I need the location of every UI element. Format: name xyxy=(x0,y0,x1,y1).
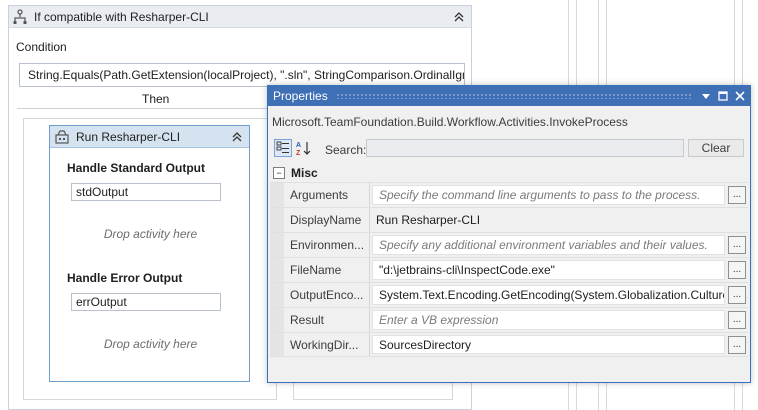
ellipsis-button[interactable]: ... xyxy=(728,261,746,279)
property-name: Environmen... xyxy=(284,233,370,257)
property-value[interactable]: SourcesDirectory xyxy=(372,335,725,354)
dropdown-icon[interactable] xyxy=(699,89,713,103)
std-output-label: Handle Standard Output xyxy=(67,161,205,175)
maximize-icon[interactable] xyxy=(716,89,730,103)
property-value[interactable]: "d:\jetbrains-cli\InspectCode.exe" xyxy=(372,260,725,280)
invoke-process-activity[interactable]: Run Resharper-CLI Handle Standard Output… xyxy=(49,125,250,382)
category-row[interactable]: − Misc xyxy=(270,164,748,182)
std-output-drop-zone[interactable]: Drop activity here xyxy=(50,227,251,241)
ellipsis-button[interactable]: ... xyxy=(728,236,746,254)
property-row[interactable]: WorkingDir... SourcesDirectory ... xyxy=(270,332,748,357)
invoke-process-header[interactable]: Run Resharper-CLI xyxy=(50,126,249,148)
then-label: Then xyxy=(142,92,170,106)
branch-divider xyxy=(17,108,292,109)
condition-label: Condition xyxy=(16,40,67,54)
std-output-input[interactable] xyxy=(71,183,221,201)
collapse-icon[interactable] xyxy=(452,10,466,24)
property-name: DisplayName xyxy=(284,208,370,232)
close-icon[interactable] xyxy=(733,89,747,103)
ellipsis-button[interactable]: ... xyxy=(728,186,746,204)
property-value[interactable]: Enter a VB expression xyxy=(372,310,725,330)
ellipsis-button[interactable]: ... xyxy=(728,286,746,304)
err-output-label: Handle Error Output xyxy=(67,271,183,285)
property-name: Result xyxy=(284,308,370,332)
search-input[interactable] xyxy=(366,139,684,157)
property-row[interactable]: DisplayName Run Resharper-CLI xyxy=(270,207,748,232)
collapse-category-icon[interactable]: − xyxy=(273,167,285,179)
svg-text:Z: Z xyxy=(296,150,301,156)
invoke-process-title: Run Resharper-CLI xyxy=(76,129,181,144)
ellipsis-button[interactable]: ... xyxy=(728,336,746,354)
property-value[interactable]: Specify any additional environment varia… xyxy=(372,235,725,255)
alphabetical-icon[interactable]: A Z xyxy=(295,139,313,157)
invoke-process-icon xyxy=(54,129,70,145)
property-name: FileName xyxy=(284,258,370,282)
property-row[interactable]: Result Enter a VB expression ... xyxy=(270,307,748,332)
property-value[interactable]: Specify the command line arguments to pa… xyxy=(372,185,725,205)
svg-text:A: A xyxy=(296,142,301,149)
if-activity-header[interactable]: If compatible with Resharper-CLI xyxy=(9,6,471,28)
err-output-drop-zone[interactable]: Drop activity here xyxy=(50,337,251,351)
selected-object-type: Microsoft.TeamFoundation.Build.Workflow.… xyxy=(272,115,628,129)
property-name: Arguments xyxy=(284,183,370,207)
property-row[interactable]: Arguments Specify the command line argum… xyxy=(270,182,748,207)
if-activity-title: If compatible with Resharper-CLI xyxy=(34,9,209,24)
properties-window[interactable]: Properties Microsoft.TeamFoundation.Buil… xyxy=(267,85,751,383)
condition-input[interactable]: String.Equals(Path.GetExtension(localPro… xyxy=(19,63,465,87)
ellipsis-button[interactable]: ... xyxy=(728,311,746,329)
property-value[interactable]: Run Resharper-CLI xyxy=(370,208,728,232)
clear-button[interactable]: Clear xyxy=(688,139,744,157)
property-row[interactable]: Environmen... Specify any additional env… xyxy=(270,232,748,257)
property-name: WorkingDir... xyxy=(284,333,370,356)
collapse-icon[interactable] xyxy=(230,130,244,144)
properties-titlebar[interactable]: Properties xyxy=(268,86,750,106)
err-output-input[interactable] xyxy=(71,293,221,311)
titlebar-grip xyxy=(335,93,693,99)
property-value[interactable]: System.Text.Encoding.GetEncoding(System.… xyxy=(372,285,725,305)
property-row[interactable]: FileName "d:\jetbrains-cli\InspectCode.e… xyxy=(270,257,748,282)
properties-title: Properties xyxy=(273,89,328,103)
property-grid: − Misc Arguments Specify the command lin… xyxy=(270,164,748,357)
property-row[interactable]: OutputEnco... System.Text.Encoding.GetEn… xyxy=(270,282,748,307)
property-name: OutputEnco... xyxy=(284,283,370,307)
properties-toolbar: A Z Search: Clear xyxy=(268,136,750,162)
search-label: Search: xyxy=(325,143,367,157)
category-label: Misc xyxy=(291,166,318,180)
categorized-icon[interactable] xyxy=(274,139,292,157)
if-activity-icon xyxy=(12,8,28,25)
